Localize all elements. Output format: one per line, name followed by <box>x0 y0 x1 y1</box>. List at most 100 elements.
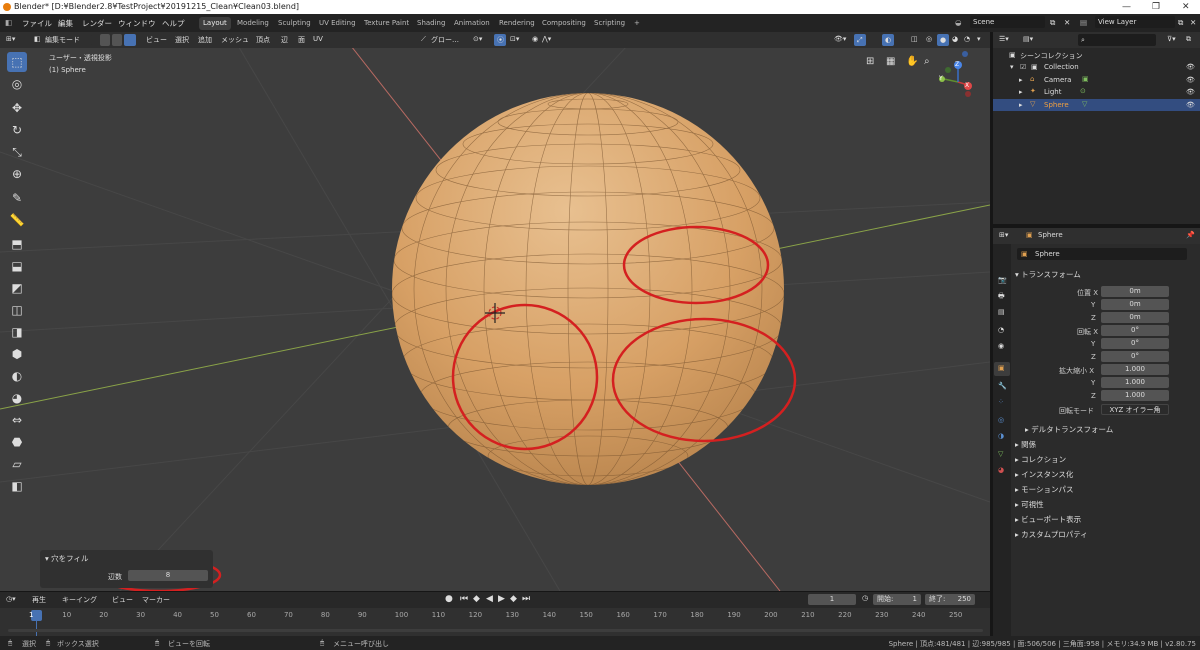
visibility-eye-icon[interactable]: 👁 <box>1186 101 1195 109</box>
scale-x-field[interactable]: 1.000 <box>1101 364 1169 375</box>
checkbox-icon[interactable]: ☑ <box>1020 63 1026 71</box>
location-y-field[interactable]: 0m <box>1101 299 1169 310</box>
menu-edge[interactable]: 辺 <box>281 35 288 45</box>
gizmo-toggle-icon[interactable]: ⤢ <box>854 34 866 46</box>
tab-modeling[interactable]: Modeling <box>233 17 273 30</box>
material-shading-icon[interactable]: ◕ <box>952 35 958 43</box>
transform-section-header[interactable]: ▾ トランスフォーム <box>1015 269 1081 280</box>
delta-transform-header[interactable]: ▸ デルタトランスフォーム <box>1025 424 1113 435</box>
tab-texture-paint[interactable]: Texture Paint <box>360 17 413 30</box>
play-icon[interactable]: ▶ <box>498 594 505 604</box>
pivot-icon[interactable]: ⊙▾ <box>473 35 482 43</box>
tab-render-icon[interactable]: 📷 <box>998 276 1007 284</box>
camera-toggle-icon[interactable]: ⊞ <box>866 56 874 67</box>
solid-shading-icon[interactable]: ● <box>937 34 949 46</box>
expand-icon[interactable]: ▸ <box>1019 88 1023 96</box>
area-separator[interactable] <box>990 32 993 636</box>
location-z-field[interactable]: 0m <box>1101 312 1169 323</box>
menu-playback[interactable]: 再生 <box>32 595 46 605</box>
orientation-selector[interactable]: グロー… <box>431 35 459 45</box>
rotation-z-field[interactable]: 0° <box>1101 351 1169 362</box>
object-name-field[interactable]: Sphere <box>1017 248 1187 260</box>
outliner-item-sphere[interactable]: Sphere <box>1044 101 1069 109</box>
view-layer-selector[interactable]: View Layer <box>1095 16 1175 28</box>
tab-object-icon[interactable]: ▣ <box>998 364 1005 372</box>
outliner-item-camera[interactable]: Camera <box>1044 76 1071 84</box>
jump-start-icon[interactable]: ⏮ <box>460 594 468 604</box>
new-scene-icon[interactable]: ⧉ <box>1050 18 1055 28</box>
section-custom-properties[interactable]: ▸ カスタムプロパティ <box>1015 529 1088 540</box>
sides-field[interactable]: 8 <box>128 570 208 581</box>
current-frame-field[interactable]: 1 <box>808 594 856 605</box>
tool-spin-icon[interactable]: ◐ <box>7 366 27 386</box>
tab-shading[interactable]: Shading <box>413 17 449 30</box>
tab-constraint-icon[interactable]: ◑ <box>998 432 1004 440</box>
minimize-icon[interactable]: — <box>1122 0 1131 14</box>
scene-selector[interactable]: Scene <box>970 16 1045 28</box>
pan-hand-icon[interactable]: ✋ <box>906 56 918 67</box>
tab-compositing[interactable]: Compositing <box>538 17 590 30</box>
visibility-icon[interactable]: 👁▾ <box>834 35 846 43</box>
tab-animation[interactable]: Animation <box>450 17 494 30</box>
rotation-x-field[interactable]: 0° <box>1101 325 1169 336</box>
new-collection-icon[interactable]: ⧉ <box>1186 35 1191 44</box>
menu-view[interactable]: ビュー <box>112 595 133 605</box>
record-icon[interactable]: ● <box>445 594 453 604</box>
preview-range-icon[interactable]: ◷ <box>862 594 868 602</box>
outliner-item-light[interactable]: Light <box>1044 88 1061 96</box>
proportional-icon[interactable]: ◉ <box>532 35 538 43</box>
filter-icon[interactable]: ⊽▾ <box>1167 35 1176 43</box>
jump-end-icon[interactable]: ⏭ <box>522 594 530 604</box>
tab-view-layer-icon[interactable]: ▤ <box>998 308 1005 316</box>
close-icon[interactable]: ✕ <box>1182 0 1190 14</box>
tool-scale-icon[interactable]: ⤡ <box>7 142 27 162</box>
tab-material-icon[interactable]: ◕ <box>998 466 1004 474</box>
delete-view-layer-icon[interactable]: ✕ <box>1190 18 1196 27</box>
tab-uv-editing[interactable]: UV Editing <box>315 17 360 30</box>
tab-scene-icon[interactable]: ◔ <box>998 326 1004 334</box>
tab-physics-icon[interactable]: ◎ <box>998 416 1004 424</box>
tab-output-icon[interactable]: 🖶 <box>998 292 1005 303</box>
tool-move-icon[interactable]: ✥ <box>7 98 27 118</box>
menu-marker[interactable]: マーカー <box>142 595 170 605</box>
menu-help[interactable]: ヘルプ <box>162 18 185 29</box>
scene-collection-label[interactable]: シーンコレクション <box>1020 51 1083 61</box>
tool-smooth-icon[interactable]: ◕ <box>7 388 27 408</box>
maximize-icon[interactable]: ❐ <box>1152 0 1160 14</box>
menu-view[interactable]: ビュー <box>146 35 167 45</box>
menu-add[interactable]: 追加 <box>198 35 212 45</box>
editor-type-icon[interactable]: ◧ <box>5 18 12 27</box>
pin-icon[interactable]: 📌 <box>1186 231 1195 239</box>
zoom-icon[interactable]: ⌕ <box>924 56 930 67</box>
menu-uv[interactable]: UV <box>313 35 323 43</box>
tab-scripting[interactable]: Scripting <box>590 17 629 30</box>
menu-window[interactable]: ウィンドウ <box>118 18 156 29</box>
outliner-selected-row[interactable] <box>993 99 1200 111</box>
display-mode-icon[interactable]: ▤▾ <box>1023 35 1033 43</box>
expand-icon[interactable]: ▾ <box>1010 63 1014 71</box>
expand-icon[interactable]: ▸ <box>1019 101 1023 109</box>
xray-icon[interactable]: ◫ <box>911 35 918 43</box>
collection-label[interactable]: Collection <box>1044 63 1079 71</box>
visibility-eye-icon[interactable]: 👁 <box>1186 76 1195 84</box>
sphere-mesh[interactable] <box>392 93 784 485</box>
section-collections[interactable]: ▸ コレクション <box>1015 454 1066 465</box>
tool-shear-icon[interactable]: ▱ <box>7 454 27 474</box>
tab-rendering[interactable]: Rendering <box>495 17 539 30</box>
section-relations[interactable]: ▸ 関係 <box>1015 439 1036 450</box>
tool-poly-build-icon[interactable]: ⬢ <box>7 344 27 364</box>
navigation-gizmo[interactable] <box>939 51 972 97</box>
overlay-toggle-icon[interactable]: ◐ <box>882 34 894 46</box>
vertex-select-button[interactable] <box>100 34 110 46</box>
play-reverse-icon[interactable]: ◀ <box>486 594 493 604</box>
outliner-search-input[interactable]: ⌕ <box>1078 34 1156 46</box>
tool-select-box-icon[interactable]: ⬚ <box>7 52 27 72</box>
location-x-field[interactable]: 0m <box>1101 286 1169 297</box>
tab-data-icon[interactable]: ▽ <box>998 450 1003 458</box>
new-view-layer-icon[interactable]: ⧉ <box>1178 18 1183 28</box>
start-frame-field[interactable]: 開始: 1 <box>873 594 921 605</box>
section-motion-paths[interactable]: ▸ モーションパス <box>1015 484 1074 495</box>
tool-loop-cut-icon[interactable]: ◫ <box>7 300 27 320</box>
timeline-scrollbar[interactable] <box>8 629 983 632</box>
tool-cursor-icon[interactable]: ◎ <box>7 74 27 94</box>
